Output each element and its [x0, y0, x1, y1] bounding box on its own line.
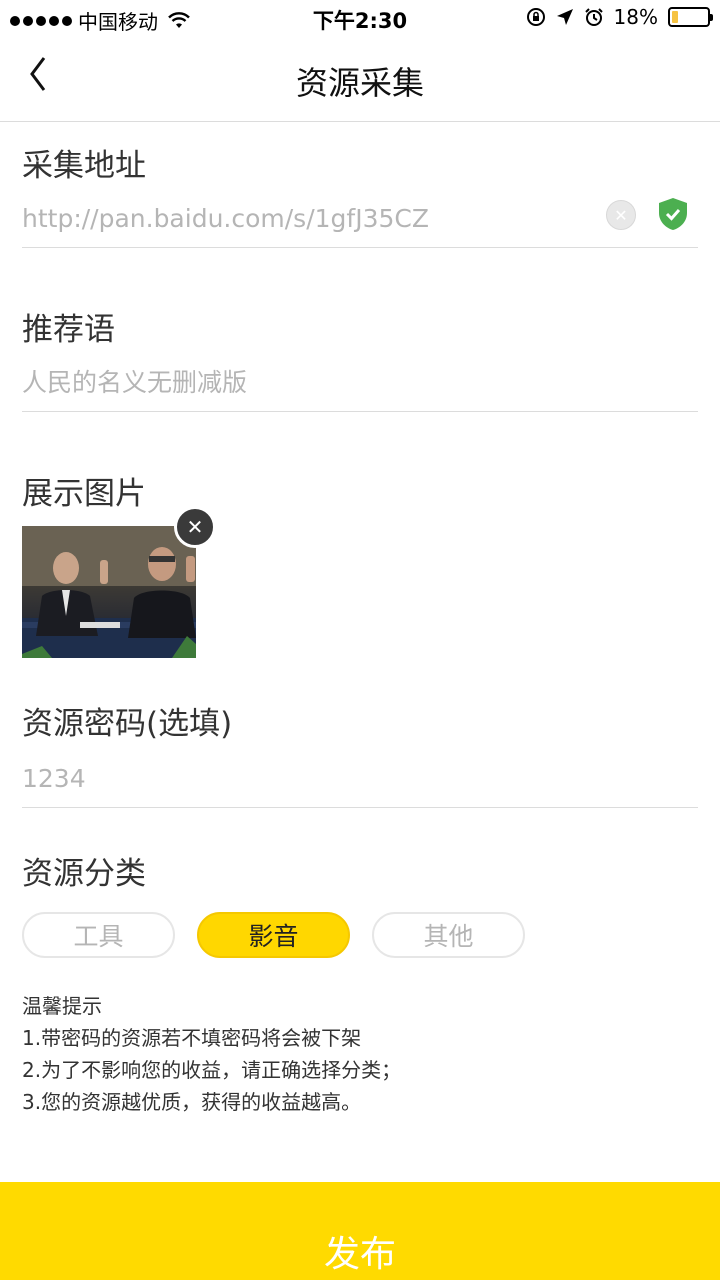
- location-icon: [556, 9, 573, 25]
- address-label: 采集地址: [22, 148, 146, 184]
- status-right: 18%: [526, 5, 713, 29]
- image-preview[interactable]: [22, 526, 196, 658]
- verified-shield-icon: [659, 198, 687, 230]
- recommend-field-row: [22, 354, 698, 412]
- battery-fill: [672, 11, 679, 23]
- nav-bar: 资源采集: [0, 36, 720, 122]
- publish-label: 发布: [323, 1234, 396, 1275]
- tips-title: 温馨提示: [22, 994, 102, 1018]
- alarm-icon: [584, 8, 603, 26]
- rotation-lock-icon: [526, 8, 545, 26]
- tips-block: 温馨提示 1.带密码的资源若不填密码将会被下架 2.为了不影响您的收益，请正确选…: [22, 990, 401, 1118]
- address-field-row: ✕: [22, 190, 698, 248]
- address-input[interactable]: [22, 204, 698, 233]
- battery-icon: [668, 7, 713, 27]
- clear-icon[interactable]: ✕: [606, 200, 636, 230]
- close-icon: ✕: [186, 515, 204, 539]
- status-bar: 中国移动 下午2:30 18%: [0, 0, 720, 36]
- page-title: 资源采集: [295, 64, 424, 102]
- recommend-label: 推荐语: [22, 312, 115, 348]
- battery-percent: 18%: [613, 5, 658, 29]
- category-chip-tools[interactable]: 工具: [22, 912, 175, 958]
- image-label: 展示图片: [22, 476, 146, 512]
- category-label: 资源分类: [22, 856, 146, 892]
- image-preview-wrap: ✕: [22, 506, 216, 658]
- tips-line: 2.为了不影响您的收益，请正确选择分类；: [22, 1058, 402, 1082]
- password-field-row: [22, 750, 698, 808]
- category-chip-other[interactable]: 其他: [372, 912, 525, 958]
- recommend-input[interactable]: [22, 368, 698, 397]
- tips-line: 1.带密码的资源若不填密码将会被下架: [22, 1026, 362, 1050]
- password-label: 资源密码(选填): [22, 706, 233, 742]
- publish-button[interactable]: 发布: [0, 1182, 720, 1280]
- category-chips: 工具 影音 其他: [22, 912, 525, 958]
- image-thumbnail: [22, 526, 196, 658]
- remove-image-button[interactable]: ✕: [174, 506, 216, 548]
- category-chip-media[interactable]: 影音: [197, 912, 350, 958]
- tips-line: 3.您的资源越优质，获得的收益越高。: [22, 1090, 362, 1114]
- password-input[interactable]: [22, 764, 698, 793]
